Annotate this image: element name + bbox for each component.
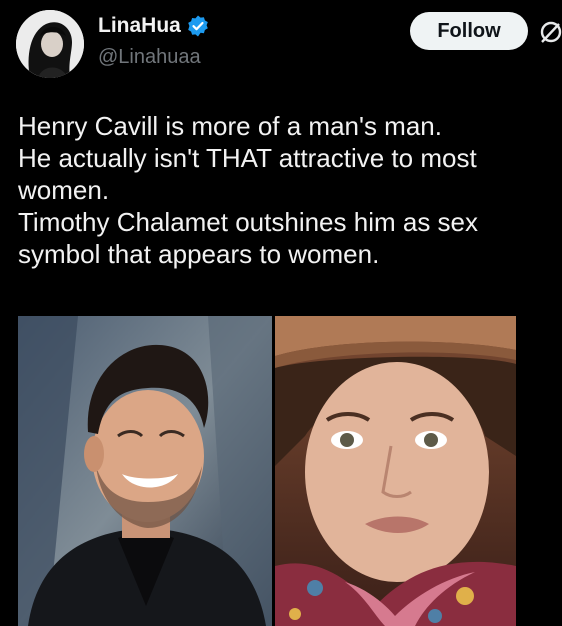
media-photo-left[interactable] <box>18 316 272 626</box>
photo-left-smiling-man-icon <box>18 316 272 626</box>
author-handle[interactable]: @Linahuaa <box>98 46 201 69</box>
avatar-portrait-icon <box>16 10 84 78</box>
follow-button[interactable]: Follow <box>410 12 528 50</box>
tweet-line: He actually isn't THAT attractive to mos… <box>18 143 477 173</box>
tweet-line: women. <box>18 175 110 205</box>
display-name[interactable]: LinaHua <box>98 14 181 38</box>
tweet-line: symbol that appears to women. <box>18 239 380 269</box>
media-photo-right[interactable] <box>275 316 516 626</box>
author-name-row: LinaHua <box>98 14 210 38</box>
tweet-line: Timothy Chalamet outshines him as sex <box>18 207 479 237</box>
grok-icon[interactable] <box>538 18 562 46</box>
tweet-text: Henry Cavill is more of a man's man. He … <box>18 110 558 270</box>
photo-right-man-in-hat-icon <box>275 316 516 626</box>
tweet-line: Henry Cavill is more of a man's man. <box>18 111 442 141</box>
verified-badge-icon <box>188 15 208 37</box>
avatar[interactable] <box>16 10 84 78</box>
